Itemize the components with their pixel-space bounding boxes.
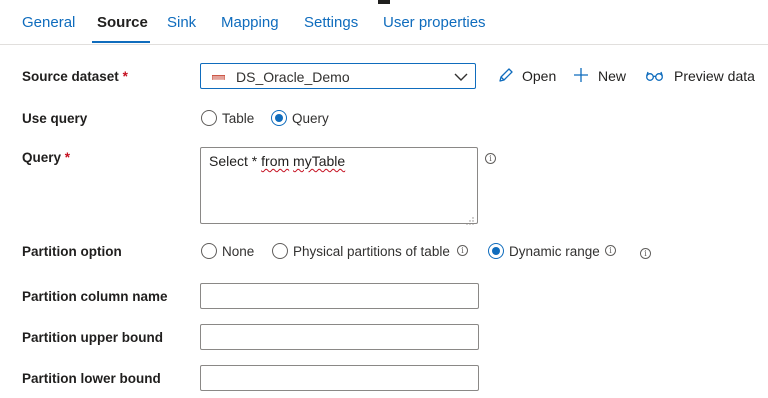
radio-circle bbox=[201, 243, 217, 259]
source-dataset-label: Source dataset * bbox=[22, 69, 128, 84]
tab-general[interactable]: General bbox=[22, 14, 75, 31]
radio-circle bbox=[272, 243, 288, 259]
oracle-dataset-icon bbox=[212, 75, 225, 80]
spellcheck-word: myTable bbox=[293, 153, 346, 169]
glasses-icon bbox=[646, 71, 663, 81]
query-textarea[interactable]: Select * from myTable bbox=[200, 147, 478, 225]
source-dataset-dropdown[interactable]: DS_Oracle_Demo bbox=[200, 63, 476, 89]
partition-option-info-icon[interactable]: i bbox=[640, 248, 651, 259]
partition-column-name-input[interactable] bbox=[200, 283, 479, 309]
tab-settings[interactable]: Settings bbox=[304, 14, 358, 31]
tab-sink[interactable]: Sink bbox=[167, 14, 196, 31]
tab-source[interactable]: Source bbox=[97, 14, 148, 31]
tab-bar: General Source Sink Mapping Settings Use… bbox=[0, 0, 768, 45]
radio-circle-selected bbox=[488, 243, 504, 259]
edit-pencil-icon bbox=[499, 68, 513, 82]
query-label: Query * bbox=[22, 150, 71, 165]
resize-grip-icon[interactable] bbox=[466, 212, 474, 225]
radio-circle-selected bbox=[271, 110, 287, 126]
chevron-down-icon bbox=[454, 70, 468, 82]
dynamic-range-info-icon[interactable]: i bbox=[605, 245, 616, 256]
query-info-icon[interactable]: i bbox=[485, 153, 496, 164]
source-dataset-value: DS_Oracle_Demo bbox=[236, 69, 350, 85]
physical-partitions-info-icon[interactable]: i bbox=[457, 245, 468, 256]
use-query-label: Use query bbox=[22, 111, 88, 126]
partition-lower-bound-label: Partition lower bound bbox=[22, 371, 161, 386]
plus-icon bbox=[574, 68, 588, 82]
radio-circle bbox=[201, 110, 217, 126]
tab-user-properties[interactable]: User properties bbox=[383, 14, 486, 31]
query-text: Select * bbox=[209, 153, 262, 169]
partition-upper-bound-label: Partition upper bound bbox=[22, 330, 163, 345]
partition-column-name-label: Partition column name bbox=[22, 289, 168, 304]
active-tab-indicator bbox=[92, 41, 150, 43]
partition-option-label: Partition option bbox=[22, 244, 122, 259]
partition-lower-bound-input[interactable] bbox=[200, 365, 479, 391]
partition-upper-bound-input[interactable] bbox=[200, 324, 479, 350]
tab-mapping[interactable]: Mapping bbox=[221, 14, 279, 31]
spellcheck-word: from bbox=[261, 153, 290, 169]
